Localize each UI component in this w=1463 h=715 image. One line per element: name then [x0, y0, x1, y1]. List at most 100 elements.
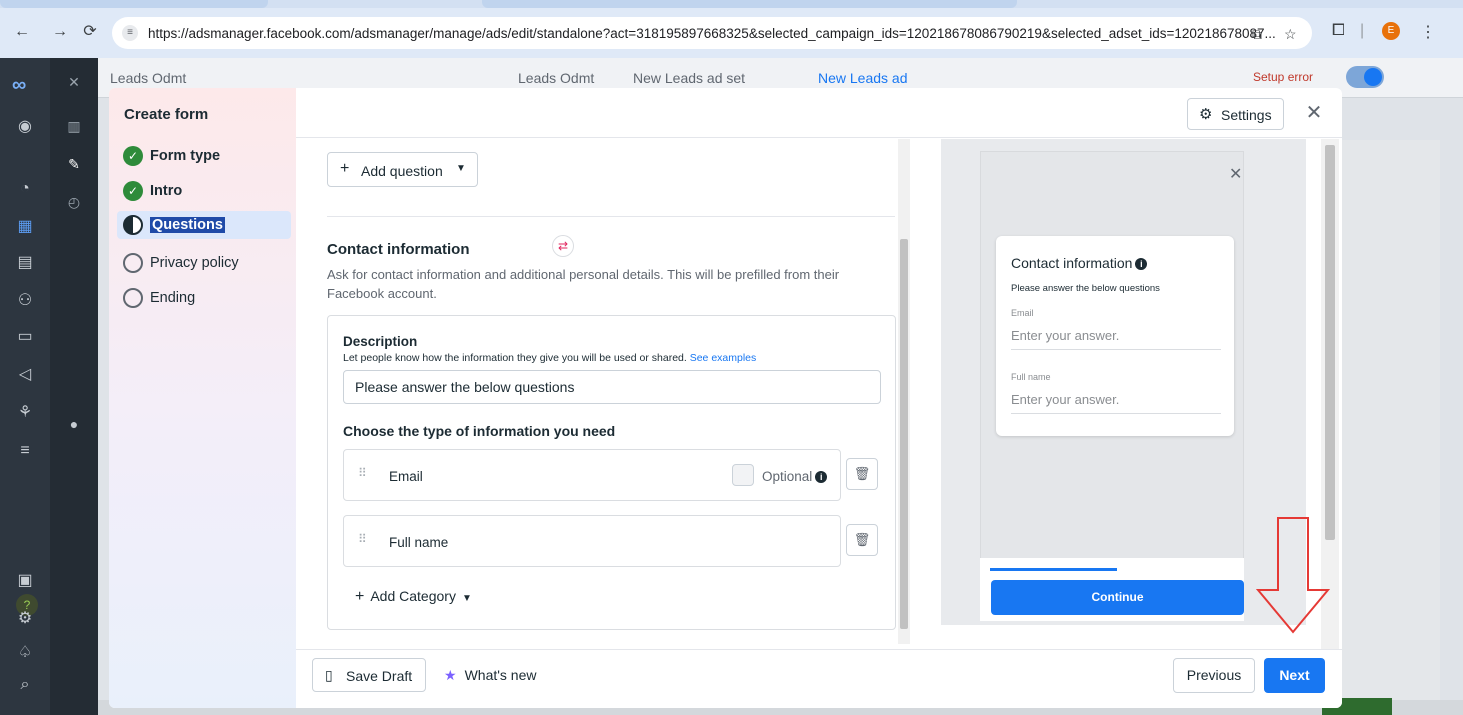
caret-down-icon: ▼: [461, 593, 472, 604]
add-question-button[interactable]: + Add question ▼: [327, 152, 478, 187]
browser-toolbar: ← → ⟳ ≡ https://adsmanager.facebook.com/…: [0, 0, 1463, 58]
browser-tab[interactable]: [0, 0, 268, 8]
whats-new-label: What's new: [464, 667, 537, 683]
preview-subtitle: Please answer the below questions: [1011, 283, 1160, 294]
close-icon[interactable]: ✕: [1303, 102, 1325, 124]
previous-button[interactable]: Previous: [1173, 658, 1255, 693]
whats-new-link[interactable]: ★ What's new: [444, 667, 536, 684]
events-icon[interactable]: ⚘: [13, 402, 37, 424]
search-icon[interactable]: ⌕: [13, 674, 37, 696]
save-draft-button[interactable]: ▯ Save Draft: [312, 658, 426, 692]
billing-icon[interactable]: ▭: [13, 326, 37, 348]
setup-status: Setup error: [1253, 70, 1314, 84]
notifications-icon[interactable]: ♤: [13, 642, 37, 664]
see-examples-link[interactable]: See examples: [690, 352, 757, 364]
in-progress-icon: [123, 215, 143, 235]
expand-icon[interactable]: ●: [64, 414, 84, 434]
contact-info-card: Description Let people know how the info…: [327, 315, 896, 630]
section-description: Ask for contact information and addition…: [327, 267, 840, 301]
step-questions[interactable]: Questions: [117, 211, 291, 239]
trash-icon[interactable]: 🗑: [846, 524, 878, 556]
optional-text: Optional: [762, 469, 813, 484]
settings-label: Settings: [1221, 107, 1272, 123]
star-icon: ★: [444, 667, 457, 683]
description-input[interactable]: [343, 370, 881, 404]
save-draft-label: Save Draft: [346, 668, 413, 684]
pages-icon[interactable]: ▤: [13, 252, 37, 274]
gear-icon: ⚙: [1199, 106, 1213, 123]
choose-info-label: Choose the type of information you need: [343, 423, 616, 439]
save-icon: ▯: [325, 667, 333, 683]
step-label: Questions: [150, 217, 225, 233]
sync-icon[interactable]: ⇄: [552, 235, 574, 257]
step-label: Form type: [150, 148, 221, 164]
breadcrumb-item[interactable]: New Leads ad set: [633, 70, 745, 86]
campaign-label[interactable]: Leads Odmt: [110, 70, 186, 86]
progress-bar: [990, 568, 1117, 571]
add-question-label: Add question: [361, 163, 443, 179]
check-icon: ✓: [123, 146, 143, 166]
info-icon[interactable]: i: [815, 471, 828, 483]
background-panel: [1340, 140, 1440, 700]
step-privacy-policy[interactable]: Privacy policy: [123, 249, 293, 277]
account-icon[interactable]: ◉: [13, 116, 37, 138]
url-text[interactable]: https://adsmanager.facebook.com/adsmanag…: [148, 26, 1276, 41]
settings-rail-icon[interactable]: ⚙: [13, 608, 37, 630]
steps-panel: Create form ✓ Form type ✓ Intro Question…: [109, 88, 296, 708]
breadcrumb-item[interactable]: New Leads ad: [818, 70, 908, 86]
forward-arrow-icon[interactable]: →: [50, 22, 70, 42]
step-ending[interactable]: Ending: [123, 284, 293, 312]
check-icon: ✓: [123, 181, 143, 201]
drag-handle-icon[interactable]: ⠿: [358, 532, 367, 546]
dashboard-icon[interactable]: ◔: [13, 178, 37, 200]
profile-avatar[interactable]: E: [1382, 22, 1400, 40]
address-bar[interactable]: ≡ https://adsmanager.facebook.com/adsman…: [112, 17, 1312, 49]
add-category-button[interactable]: + Add Category ▼: [355, 588, 472, 606]
reload-icon[interactable]: ⟳: [80, 22, 100, 42]
drag-handle-icon[interactable]: ⠿: [358, 466, 367, 480]
trash-icon[interactable]: 🗑: [846, 458, 878, 490]
settings-button[interactable]: ⚙ Settings: [1187, 98, 1284, 130]
extensions-icon[interactable]: ⧠: [1332, 22, 1345, 40]
preview-card: Contact information i Please answer the b…: [996, 236, 1234, 436]
preview-field-input: Enter your answer.: [1011, 388, 1221, 414]
bookmark-star-icon[interactable]: ☆: [1284, 26, 1297, 43]
editor-scrollbar[interactable]: [898, 139, 910, 644]
back-arrow-icon[interactable]: ←: [12, 22, 32, 42]
step-label: Privacy policy: [150, 255, 239, 271]
collapse-close-icon[interactable]: ✕: [64, 72, 84, 92]
questions-editor: + Add question ▼ Contact information ⇄ A…: [296, 139, 911, 649]
reports-icon[interactable]: ▣: [13, 570, 37, 592]
annotation-arrow-icon: [1256, 517, 1330, 634]
description-label: Description: [343, 334, 418, 349]
chart-icon[interactable]: ▥: [64, 116, 84, 136]
ads-manager-icon[interactable]: ▦: [13, 216, 37, 238]
plus-icon: +: [340, 160, 350, 177]
modal-header: [296, 88, 1342, 138]
next-button[interactable]: Next: [1264, 658, 1325, 693]
browser-tab[interactable]: [482, 0, 1017, 8]
meta-logo-icon[interactable]: ∞: [12, 74, 26, 97]
secondary-rail: ✕ ▥ ✎ ◴ ●: [50, 58, 98, 715]
audiences-icon[interactable]: ⚇: [13, 290, 37, 312]
history-icon[interactable]: ◴: [64, 192, 84, 212]
scrollbar-thumb[interactable]: [1325, 145, 1335, 540]
empty-circle-icon: [123, 288, 143, 308]
step-form-type[interactable]: ✓ Form type: [123, 142, 293, 170]
menu-icon[interactable]: ≡: [13, 440, 37, 462]
field-row-full-name[interactable]: ⠿ Full name: [343, 515, 841, 567]
cast-icon[interactable]: ⧉: [1252, 26, 1262, 43]
browser-menu-icon[interactable]: ⋮: [1420, 22, 1436, 42]
campaigns-icon[interactable]: ◁: [13, 364, 37, 386]
preview-title: Contact information i: [1011, 255, 1148, 271]
site-info-icon[interactable]: ≡: [122, 25, 138, 41]
ad-toggle[interactable]: [1346, 66, 1384, 88]
breadcrumb-item[interactable]: Leads Odmt: [518, 70, 594, 86]
field-row-email[interactable]: ⠿ Email Optional i: [343, 449, 841, 501]
optional-checkbox[interactable]: [732, 464, 754, 486]
edit-pencil-icon[interactable]: ✎: [64, 154, 84, 174]
app-nav-rail: ∞ ◉ ◔ ▦ ▤ ⚇ ▭ ◁ ⚘ ≡ ? ▣ ⚙ ♤ ⌕: [0, 58, 50, 715]
scrollbar-thumb[interactable]: [900, 239, 908, 629]
step-intro[interactable]: ✓ Intro: [123, 177, 293, 205]
field-name: Email: [389, 469, 423, 484]
